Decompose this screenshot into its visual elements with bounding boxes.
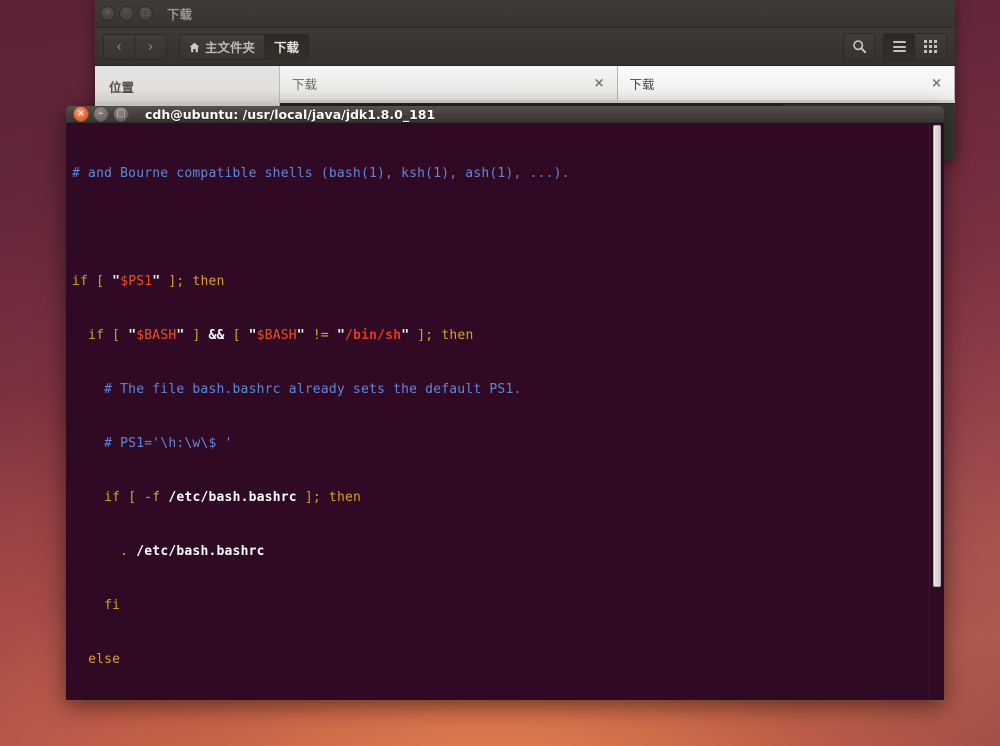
breadcrumb: 主文件夹 下载 [179,33,310,60]
terminal-line: else [88,652,121,667]
minimize-icon[interactable]: – [119,6,134,21]
hamburger-glyph [892,41,906,52]
grid-view-icon[interactable] [915,32,947,61]
terminal-body[interactable]: # and Bourne compatible shells (bash(1),… [66,123,944,700]
search-icon[interactable] [843,32,875,61]
tab-bar: 下载 × 下载 × [280,66,955,100]
home-icon [189,41,200,53]
dots-glyph [924,40,937,53]
breadcrumb-downloads-label: 下载 [274,40,300,55]
comment-text: # PS1='\h:\w\$ ' [72,436,233,451]
close-icon[interactable]: × [100,6,115,21]
terminal-line: # PS1='\h:\w\$ ' [72,435,929,453]
terminal-line: if [ "$BASH" ] && [ "$BASH" != "/bin/sh"… [88,328,474,343]
close-icon[interactable]: × [73,106,89,122]
back-button[interactable]: ‹ [103,33,135,60]
maximize-icon[interactable]: □ [113,106,129,122]
breadcrumb-item-home[interactable]: 主文件夹 [179,33,266,60]
comment-text: # and Bourne compatible shells (bash(1),… [72,166,570,181]
terminal-line: # and Bourne compatible shells (bash(1),… [72,165,929,183]
terminal-titlebar[interactable]: × – □ cdh@ubuntu: /usr/local/java/jdk1.8… [66,106,944,123]
forward-button[interactable]: › [135,33,167,60]
tab-close-icon[interactable]: × [931,76,942,91]
terminal-line: . /etc/bash.bashrc [120,544,265,559]
tab-label: 下载 [292,76,318,92]
tab-close-icon[interactable]: × [594,76,605,91]
breadcrumb-home-label: 主文件夹 [205,40,256,55]
scrollbar-thumb[interactable] [933,125,941,587]
comment-text: # The file bash.bashrc already sets the … [72,382,522,397]
terminal-line: if [ "$PS1" ]; then [72,274,225,289]
navigation-buttons: ‹ › [103,33,167,60]
file-manager-toolbar: ‹ › 主文件夹 下载 [95,28,955,66]
breadcrumb-item-downloads[interactable]: 下载 [265,33,310,60]
tab-label: 下载 [629,76,655,92]
sidebar-header: 位置 [109,80,135,95]
view-mode-group [883,32,947,61]
file-manager-titlebar[interactable]: × – □ 下载 [95,0,955,28]
minimize-icon[interactable]: – [93,106,109,122]
terminal-screen[interactable]: # and Bourne compatible shells (bash(1),… [66,123,929,700]
desktop: × – □ 下载 ‹ › 主文件夹 下载 位置 下载 × 下载 × × – □ … [0,0,1000,746]
terminal-line: if [ -f /etc/bash.bashrc ]; then [104,490,362,505]
tab-downloads-2[interactable]: 下载 × [617,66,955,100]
terminal-title: cdh@ubuntu: /usr/local/java/jdk1.8.0_181 [145,106,436,122]
terminal-line: # The file bash.bashrc already sets the … [72,381,929,399]
toolbar-right-group [843,32,947,61]
maximize-icon[interactable]: □ [138,6,153,21]
list-view-icon[interactable] [883,32,915,61]
tab-downloads-1[interactable]: 下载 × [280,66,618,100]
file-manager-title: 下载 [167,7,193,22]
terminal-window[interactable]: × – □ cdh@ubuntu: /usr/local/java/jdk1.8… [66,106,944,700]
terminal-scrollbar[interactable] [929,123,944,700]
terminal-line: fi [104,598,121,613]
